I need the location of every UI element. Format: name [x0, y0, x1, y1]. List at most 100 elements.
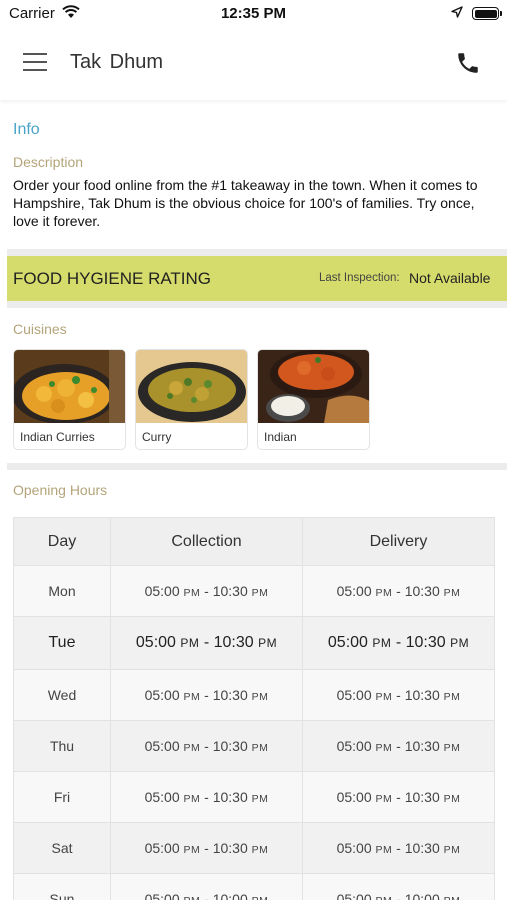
- time-value: 10:30: [405, 634, 446, 651]
- nav-bar: Tak Dhum: [0, 28, 507, 100]
- time-value: 10:30: [213, 634, 254, 651]
- day-cell: Thu: [13, 720, 111, 772]
- delivery-hours-cell: 05:00 PM - 10:30 PM: [302, 771, 495, 823]
- time-value: 05:00: [144, 687, 180, 703]
- meridiem: PM: [251, 691, 269, 703]
- last-inspection-value: Not Available: [409, 270, 491, 286]
- day-cell: Wed: [13, 669, 111, 721]
- location-arrow-icon: [451, 6, 463, 18]
- meridiem: PM: [443, 742, 461, 754]
- collection-hours-cell: 05:00 PM - 10:30 PM: [110, 720, 303, 772]
- meridiem: PM: [251, 742, 269, 754]
- cuisine-card-indian[interactable]: Indian: [257, 349, 370, 450]
- battery-icon: [472, 7, 502, 20]
- time-value: 10:30: [212, 738, 248, 754]
- meridiem: PM: [251, 793, 269, 805]
- meridiem: PM: [375, 844, 393, 856]
- food-hygiene-banner: FOOD HYGIENE RATING Last Inspection: Not…: [7, 256, 507, 301]
- time-value: 05:00: [327, 634, 368, 651]
- meridiem: PM: [375, 691, 393, 703]
- section-divider: [7, 301, 507, 308]
- opening-hours-table: Day Collection Delivery Mon 05:00 PM - 10…: [13, 517, 495, 900]
- table-row: Thu 05:00 PM - 10:30 PM 05:00 PM - 10:30 P…: [13, 720, 495, 772]
- time-value: 10:30: [404, 738, 440, 754]
- day-cell: Sat: [13, 822, 111, 874]
- delivery-hours-cell: 05:00 PM - 10:00 PM: [302, 873, 495, 900]
- time-value: 10:30: [404, 583, 440, 599]
- time-value: 05:00: [144, 840, 180, 856]
- meridiem: PM: [183, 691, 201, 703]
- meridiem: PM: [183, 844, 201, 856]
- time-value: 05:00: [135, 634, 176, 651]
- meridiem: PM: [376, 895, 393, 900]
- table-row: Sat 05:00 PM - 10:30 PM 05:00 PM - 10:30 P…: [13, 822, 495, 874]
- delivery-hours-cell: 05:00 PM - 10:30 PM: [302, 720, 495, 772]
- time-value: 10:30: [212, 840, 248, 856]
- description-text: Order your food online from the #1 takea…: [13, 177, 478, 229]
- hygiene-title: FOOD HYGIENE RATING: [13, 269, 212, 288]
- indian-curries-image: [14, 350, 125, 423]
- day-cell: Mon: [13, 565, 111, 617]
- phone-icon[interactable]: [455, 50, 481, 76]
- meridiem: PM: [183, 587, 201, 599]
- indian-image: [258, 350, 369, 423]
- table-row: Sun05:00 PM - 10:00 PM05:00 PM - 10:00 P…: [13, 873, 495, 900]
- meridiem: PM: [251, 587, 269, 599]
- time-value: 10:00: [212, 891, 248, 900]
- meridiem: PM: [180, 636, 200, 650]
- meridiem: PM: [252, 895, 269, 900]
- table-row: Wed 05:00 PM - 10:30 PM 05:00 PM - 10:30 P…: [13, 669, 495, 721]
- time-value: 10:30: [212, 583, 248, 599]
- delivery-hours-cell: 05:00 PM - 10:30 PM: [302, 616, 495, 670]
- hamburger-menu-icon[interactable]: [23, 53, 47, 71]
- day-cell: Tue: [13, 616, 111, 670]
- time-value: 05:00: [336, 891, 372, 900]
- collection-hours-cell: 05:00 PM - 10:30 PM: [110, 771, 303, 823]
- time-value: 05:00: [336, 789, 372, 805]
- day-column-header: Day: [13, 517, 111, 566]
- meridiem: PM: [443, 587, 461, 599]
- section-divider: [7, 249, 507, 256]
- time-value: 10:00: [404, 891, 440, 900]
- day-cell: Fri: [13, 771, 111, 823]
- meridiem: PM: [258, 636, 278, 650]
- time-value: 05:00: [336, 738, 372, 754]
- clock: 12:35 PM: [220, 5, 287, 22]
- meridiem: PM: [251, 844, 269, 856]
- cuisine-card-indian-curries[interactable]: Indian Curries: [13, 349, 126, 450]
- time-value: 05:00: [144, 583, 180, 599]
- meridiem: PM: [184, 895, 201, 900]
- time-value: 10:30: [404, 687, 440, 703]
- time-value: 10:30: [212, 789, 248, 805]
- meridiem: PM: [183, 742, 201, 754]
- collection-hours-cell: 05:00 PM - 10:30 PM: [110, 565, 303, 617]
- table-row: Mon 05:00 PM - 10:30 PM 05:00 PM - 10:30 P…: [13, 565, 495, 617]
- meridiem: PM: [375, 793, 393, 805]
- table-header-row: Day Collection Delivery: [13, 517, 495, 566]
- meridiem: PM: [450, 636, 470, 650]
- meridiem: PM: [183, 793, 201, 805]
- time-value: 05:00: [144, 789, 180, 805]
- time-value: 10:30: [404, 789, 440, 805]
- collection-hours-cell: 05:00 PM - 10:30 PM: [110, 822, 303, 874]
- collection-hours-cell: 05:00 PM - 10:30 PM: [110, 669, 303, 721]
- cuisine-label: Curry: [142, 430, 172, 444]
- description-label: Description: [13, 154, 84, 170]
- opening-hours-label: Opening Hours: [13, 482, 108, 498]
- time-value: 05:00: [144, 891, 180, 900]
- cuisine-card-curry[interactable]: Curry: [135, 349, 248, 450]
- time-value: 05:00: [336, 583, 372, 599]
- meridiem: PM: [443, 793, 461, 805]
- delivery-column-header: Delivery: [302, 517, 495, 566]
- meridiem: PM: [372, 636, 392, 650]
- meridiem: PM: [443, 691, 461, 703]
- table-row: Fri 05:00 PM - 10:30 PM 05:00 PM - 10:30 P…: [13, 771, 495, 823]
- delivery-hours-cell: 05:00 PM - 10:30 PM: [302, 822, 495, 874]
- info-heading: Info: [13, 121, 40, 138]
- time-value: 05:00: [336, 687, 372, 703]
- meridiem: PM: [443, 844, 461, 856]
- time-value: 05:00: [144, 738, 180, 754]
- cuisines-label: Cuisines: [13, 321, 67, 337]
- section-divider: [7, 463, 507, 470]
- meridiem: PM: [375, 742, 393, 754]
